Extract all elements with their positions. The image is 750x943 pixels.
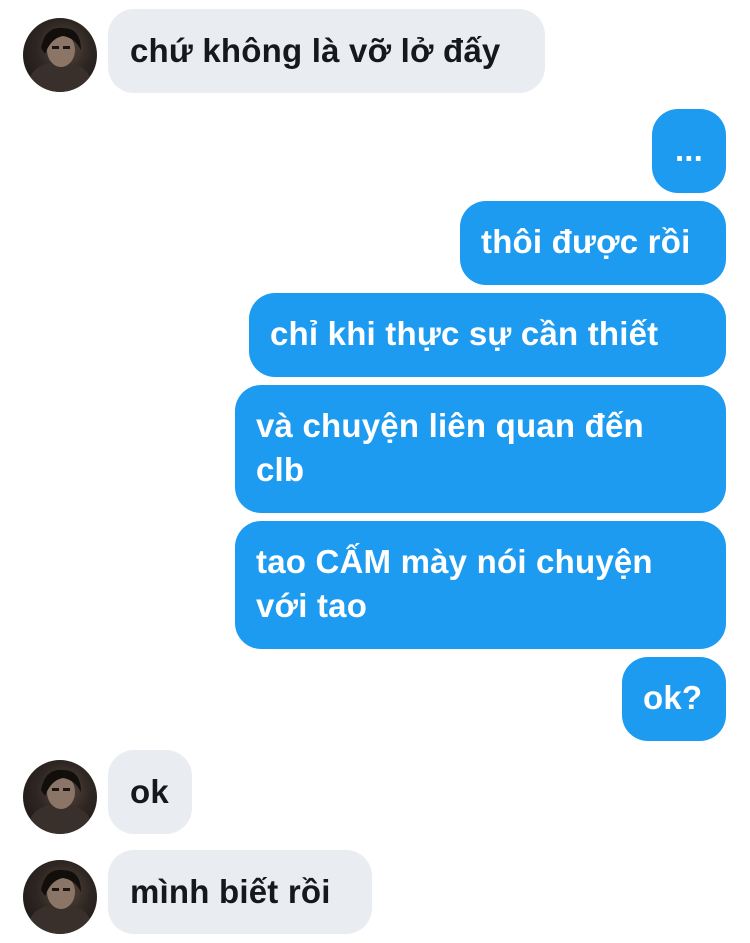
message-text-line: và chuyện liên quan đến <box>256 407 644 444</box>
message-bubble-outgoing[interactable]: và chuyện liên quan đến clb <box>235 385 726 513</box>
message-bubble-incoming[interactable]: chứ không là vỡ lở đấy <box>108 9 545 93</box>
message-text: thôi được rồi <box>481 223 691 260</box>
message-text: ok <box>130 773 169 810</box>
avatar[interactable] <box>23 860 97 934</box>
message-text: chứ không là vỡ lở đấy <box>130 32 501 69</box>
message-text-line: clb <box>256 451 305 488</box>
avatar[interactable] <box>23 18 97 92</box>
message-bubble-outgoing[interactable]: ... <box>652 109 726 193</box>
avatar-image <box>30 769 90 834</box>
message-text: ok? <box>643 679 703 716</box>
message-text: chỉ khi thực sự cần thiết <box>270 315 659 352</box>
avatar-image <box>30 27 90 92</box>
message-bubble-outgoing[interactable]: chỉ khi thực sự cần thiết <box>249 293 726 377</box>
message-bubble-outgoing[interactable]: ok? <box>622 657 726 741</box>
message-text-line: với tao <box>256 587 368 624</box>
avatar-image <box>30 869 90 934</box>
message-text: mình biết rồi <box>130 873 331 910</box>
message-text-line: tao CẤM mày nói chuyện <box>256 543 653 580</box>
message-bubble-outgoing[interactable]: thôi được rồi <box>460 201 726 285</box>
message-text: ... <box>674 131 704 168</box>
message-bubble-incoming[interactable]: ok <box>108 750 192 834</box>
avatar[interactable] <box>23 760 97 834</box>
message-bubble-outgoing[interactable]: tao CẤM mày nói chuyện với tao <box>235 521 726 649</box>
message-bubble-incoming[interactable]: mình biết rồi <box>108 850 372 934</box>
